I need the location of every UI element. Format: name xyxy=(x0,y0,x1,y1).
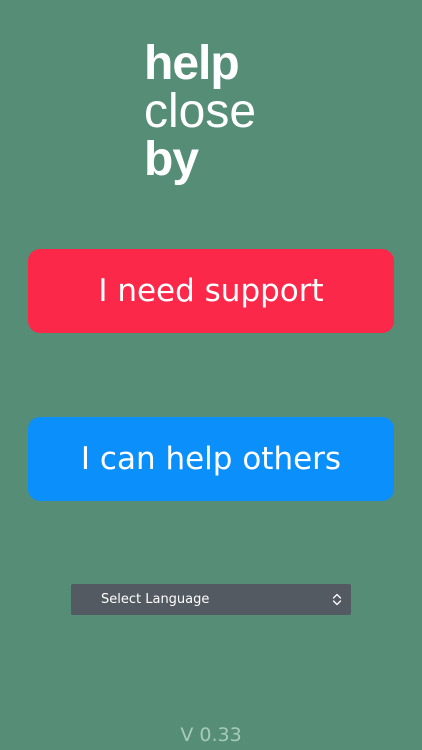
chevron-up-down-icon xyxy=(332,593,342,606)
logo-word-help: help xyxy=(144,37,240,90)
version-label: V 0.33 xyxy=(180,724,242,746)
help-others-button[interactable]: I can help others xyxy=(28,417,394,501)
need-support-label: I need support xyxy=(98,273,324,309)
help-others-label: I can help others xyxy=(80,441,342,477)
language-select[interactable]: Select Language xyxy=(71,584,351,615)
language-select-value: Select Language xyxy=(101,592,210,607)
need-support-button[interactable]: I need support xyxy=(28,249,394,333)
logo-word-close: close xyxy=(144,85,257,138)
app-logo: help close by xyxy=(144,36,324,186)
logo-word-by: by xyxy=(144,133,199,186)
